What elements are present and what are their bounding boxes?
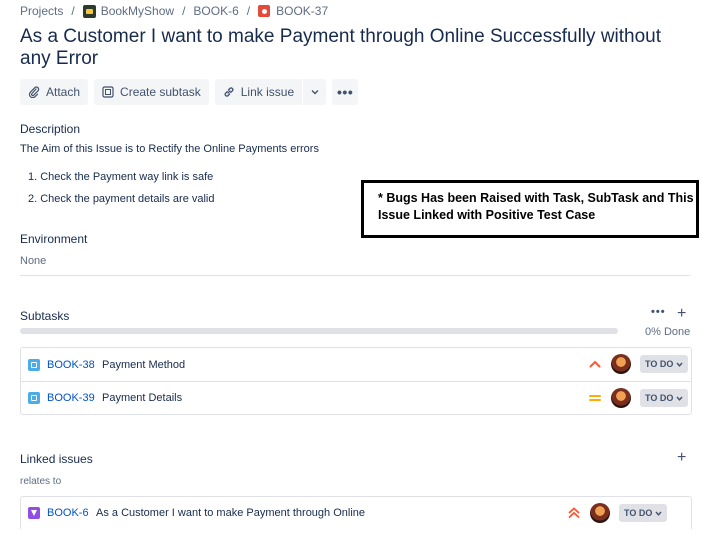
priority-high-icon [588, 357, 602, 371]
breadcrumb-project[interactable]: BookMyShow [101, 4, 174, 18]
assignee-avatar[interactable] [590, 503, 610, 523]
subtask-key[interactable]: BOOK-38 [47, 359, 102, 371]
link-relation-label: relates to [20, 476, 62, 487]
breadcrumb-separator: / [71, 4, 75, 18]
attach-button[interactable]: Attach [20, 79, 89, 105]
subtask-key[interactable]: BOOK-39 [47, 392, 102, 404]
linked-issue-summary[interactable]: As a Customer I want to make Payment thr… [96, 507, 365, 519]
environment-heading: Environment [20, 232, 88, 246]
status-dropdown[interactable]: TO DO [619, 504, 668, 522]
issue-title[interactable]: As a Customer I want to make Payment thr… [20, 26, 690, 70]
chevron-down-icon [676, 396, 683, 401]
add-linked-issue-button[interactable]: + [677, 450, 686, 466]
divider [20, 275, 690, 276]
assignee-avatar[interactable] [611, 354, 631, 374]
breadcrumb-projects[interactable]: Projects [20, 4, 63, 18]
annotation-line-1: * Bugs Has been Raised with Task, SubTas… [378, 191, 694, 205]
link-issue-dropdown[interactable] [302, 79, 327, 105]
create-subtask-label: Create subtask [120, 85, 201, 99]
status-label: TO DO [624, 508, 653, 518]
linked-issue-key[interactable]: BOOK-6 [47, 507, 96, 519]
subtasks-more-button[interactable]: ••• [651, 306, 666, 318]
project-avatar-icon [82, 4, 96, 18]
subtasks-progress-label: 0% Done [645, 326, 691, 338]
linked-issue-row[interactable]: BOOK-6 As a Customer I want to make Paym… [21, 497, 691, 529]
priority-highest-icon [567, 506, 581, 520]
breadcrumb-separator: / [182, 4, 186, 18]
subtasks-heading: Subtasks [20, 309, 70, 323]
subtask-icon [28, 392, 40, 404]
description-body[interactable]: The Aim of this Issue is to Rectify the … [20, 143, 319, 155]
breadcrumb-separator: / [246, 4, 251, 18]
priority-medium-icon [588, 391, 602, 405]
subtask-row[interactable]: BOOK-38 Payment Method TO DO [21, 348, 691, 381]
description-heading: Description [20, 122, 81, 136]
link-icon [224, 87, 234, 97]
more-actions-button[interactable]: ••• [332, 79, 359, 105]
subtask-icon [102, 86, 114, 98]
subtask-summary[interactable]: Payment Method [102, 359, 185, 371]
environment-value[interactable]: None [20, 255, 46, 267]
bug-icon [258, 5, 271, 17]
breadcrumb-parent[interactable]: BOOK-6 [193, 4, 238, 18]
link-issue-button[interactable]: Link issue [214, 79, 303, 105]
issue-toolbar: Attach Create subtask Link issue ••• [20, 79, 359, 105]
epic-icon [28, 507, 40, 519]
breadcrumb-current[interactable]: BOOK-37 [276, 4, 328, 18]
chevron-down-icon [655, 511, 662, 516]
annotation-box: * Bugs Has been Raised with Task, SubTas… [361, 180, 699, 238]
subtask-summary[interactable]: Payment Details [102, 392, 182, 404]
annotation-line-2: Issue Linked with Positive Test Case [378, 208, 596, 222]
link-issue-split-button: Link issue [214, 79, 327, 105]
subtask-list: BOOK-38 Payment Method TO DO BOOK-39 Pay… [20, 347, 692, 415]
subtask-row[interactable]: BOOK-39 Payment Details TO DO [21, 381, 691, 414]
chevron-down-icon [676, 362, 683, 367]
linked-issues-heading: Linked issues [20, 452, 93, 466]
description-item-1: 1. Check the Payment way link is safe [28, 171, 214, 183]
link-issue-label: Link issue [240, 85, 295, 99]
assignee-avatar[interactable] [611, 388, 631, 408]
status-dropdown[interactable]: TO DO [640, 389, 689, 407]
subtasks-progress-bar [20, 328, 618, 334]
subtask-icon [28, 358, 40, 371]
status-dropdown[interactable]: TO DO [640, 355, 689, 373]
breadcrumb: Projects / BookMyShow / BOOK-6 / BOOK-37 [20, 3, 328, 19]
linked-issue-list: BOOK-6 As a Customer I want to make Paym… [20, 496, 692, 529]
add-subtask-button[interactable]: + [677, 306, 686, 322]
description-item-2: 2. Check the payment details are valid [28, 193, 215, 205]
attach-label: Attach [46, 85, 81, 99]
create-subtask-button[interactable]: Create subtask [94, 79, 209, 105]
status-label: TO DO [645, 359, 674, 369]
chevron-down-icon [311, 90, 319, 95]
paperclip-icon [28, 86, 40, 98]
status-label: TO DO [645, 393, 674, 403]
